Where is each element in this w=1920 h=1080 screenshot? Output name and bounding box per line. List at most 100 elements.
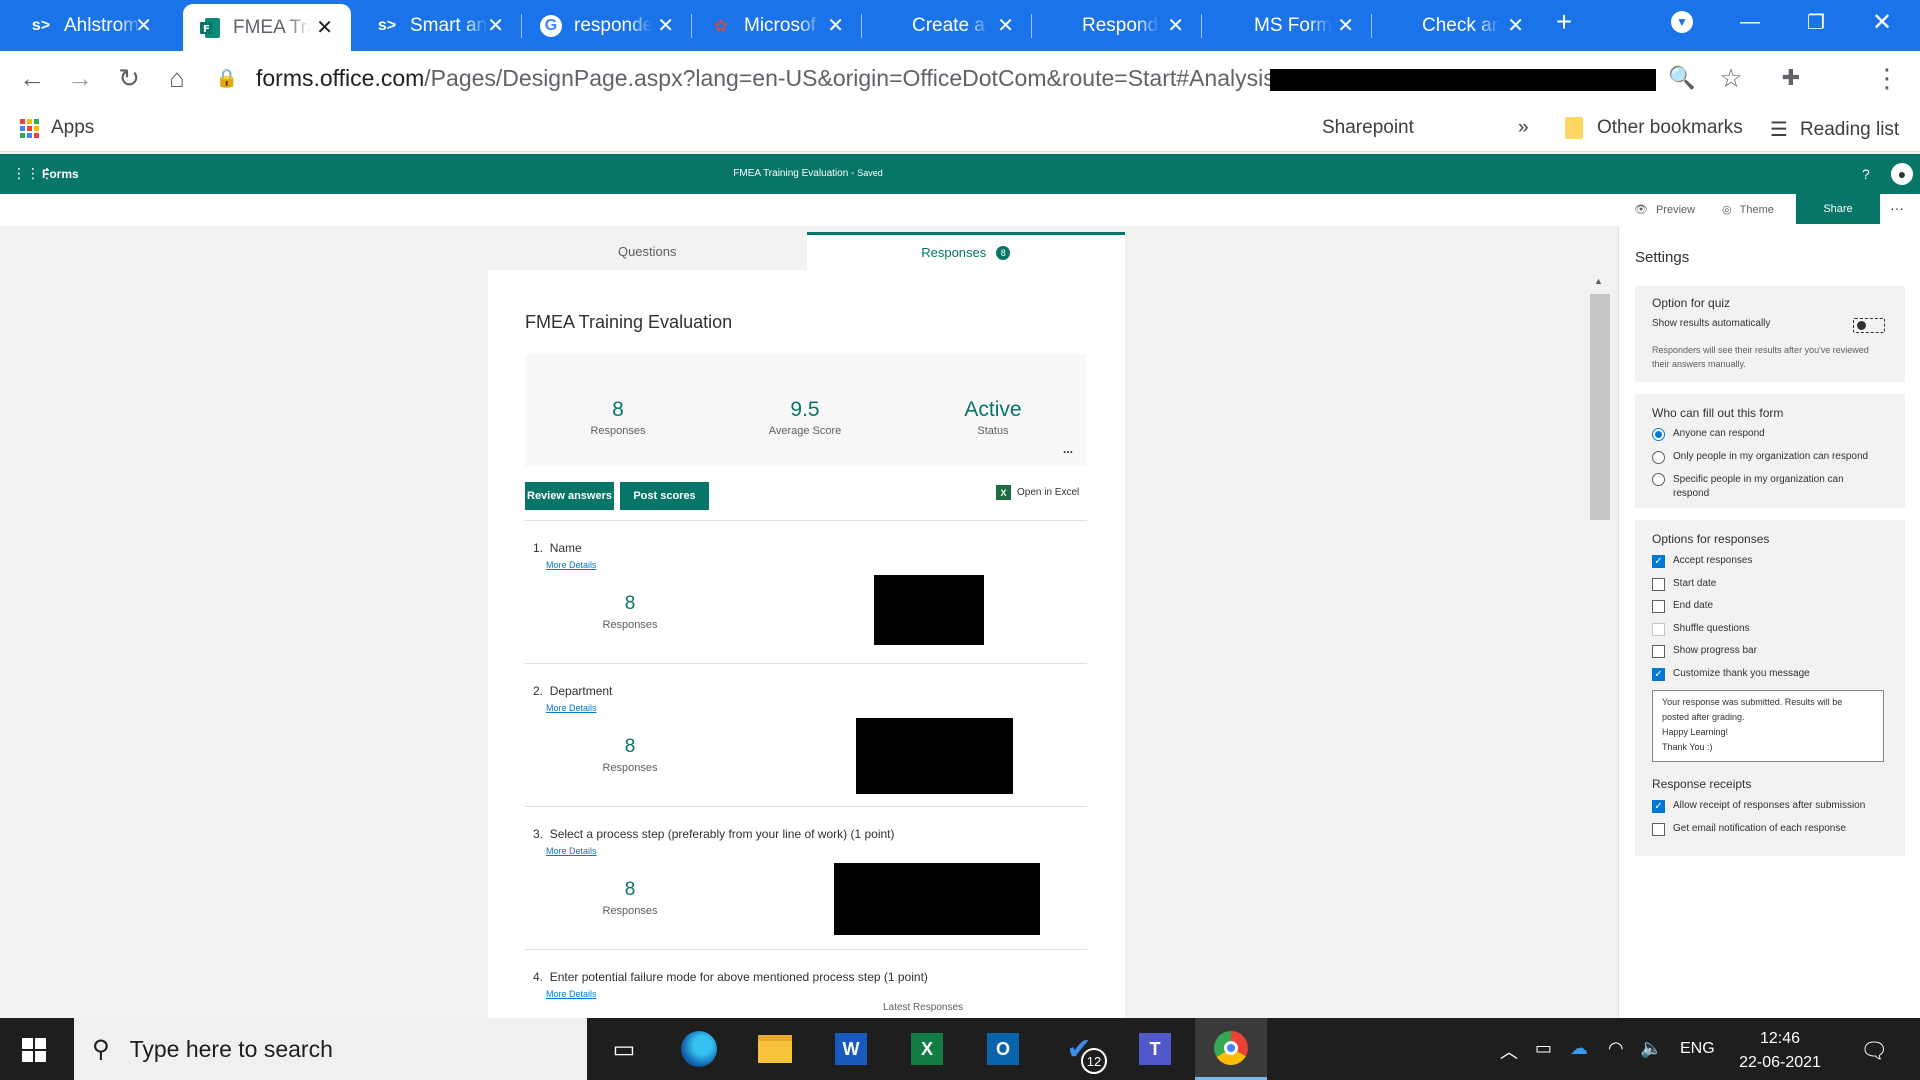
bookmark-other[interactable]: Other bookmarks xyxy=(1565,117,1743,139)
browser-menu-icon[interactable]: ⋮ xyxy=(1870,61,1904,95)
extensions-puzzle-icon[interactable]: ✚ xyxy=(1774,61,1808,95)
wifi-icon[interactable]: ◠ xyxy=(1608,1038,1624,1059)
onedrive-cloud-icon[interactable]: ☁ xyxy=(1570,1038,1588,1059)
checkbox-customize-thank-you[interactable]: ✓ Customize thank you message xyxy=(1652,668,1810,681)
checkbox[interactable] xyxy=(1652,578,1665,591)
close-tab-icon[interactable]: ✕ xyxy=(1337,13,1354,38)
todo-icon[interactable]: ✔ 12 xyxy=(1043,1018,1115,1080)
more-details-link[interactable]: More Details xyxy=(546,846,597,856)
radio-button[interactable] xyxy=(1652,473,1665,486)
outlook-icon[interactable]: O xyxy=(967,1018,1039,1080)
preview-button[interactable]: 👁 Preview xyxy=(1634,203,1695,217)
excel-icon[interactable]: X xyxy=(891,1018,963,1080)
checkbox-show-progress-bar[interactable]: Show progress bar xyxy=(1652,645,1757,658)
more-details-link[interactable]: More Details xyxy=(546,989,597,999)
checkbox[interactable]: ✓ xyxy=(1652,555,1665,568)
avatar[interactable]: ● xyxy=(1891,163,1913,185)
browser-tab[interactable]: ✿ Microsof ✕ xyxy=(692,0,862,51)
radio-organization[interactable]: Only people in my organization can respo… xyxy=(1652,451,1868,464)
volume-icon[interactable]: 🔈 xyxy=(1640,1038,1662,1059)
chrome-icon[interactable] xyxy=(1195,1018,1267,1080)
close-tab-icon[interactable]: ✕ xyxy=(997,13,1014,38)
help-icon[interactable]: ? xyxy=(1862,166,1870,182)
checkbox[interactable] xyxy=(1652,645,1665,658)
browser-tab[interactable]: MS Form ✕ xyxy=(1202,0,1372,51)
bookmark-apps[interactable]: Apps xyxy=(20,117,94,139)
browser-tab[interactable]: s> Ahlstrom ✕ xyxy=(0,0,170,51)
checkbox-end-date[interactable]: End date xyxy=(1652,600,1713,613)
minimize-icon[interactable]: — xyxy=(1720,0,1780,44)
radio-specific-people[interactable]: Specific people in my organization can r… xyxy=(1652,473,1882,501)
back-arrow-icon[interactable]: ← xyxy=(15,61,49,95)
taskbar-search-box[interactable]: ⚲ Type here to search xyxy=(74,1018,587,1080)
teams-icon[interactable]: T xyxy=(1119,1018,1191,1080)
share-button[interactable]: Share xyxy=(1796,194,1880,224)
more-options-button[interactable]: ··· xyxy=(1890,200,1904,216)
theme-button[interactable]: ◎ Theme xyxy=(1722,203,1774,217)
clock[interactable]: 12:46 22-06-2021 xyxy=(1725,1027,1835,1075)
apps-grid-icon xyxy=(20,118,39,138)
checkbox[interactable] xyxy=(1652,600,1665,613)
windows-start-icon[interactable] xyxy=(22,1038,46,1062)
browser-tab[interactable]: Respond ✕ xyxy=(1032,0,1202,51)
bookmark-sharepoint[interactable]: Sharepoint xyxy=(1322,117,1414,139)
tab-search-chevron-icon[interactable]: ▼ xyxy=(1652,0,1712,44)
checkbox[interactable]: ✓ xyxy=(1652,800,1665,813)
language-indicator[interactable]: ENG xyxy=(1680,1040,1715,1058)
close-tab-icon[interactable]: ✕ xyxy=(827,13,844,38)
scroll-up-arrow-icon[interactable]: ▲ xyxy=(1594,276,1603,286)
browser-tab[interactable]: Create a ✕ xyxy=(862,0,1032,51)
close-tab-icon[interactable]: ✕ xyxy=(657,13,674,38)
forward-arrow-icon[interactable]: → xyxy=(63,61,97,95)
notification-center-icon[interactable]: 🗨 xyxy=(1860,1038,1888,1064)
tab-questions[interactable]: Questions xyxy=(488,232,807,270)
radio-button[interactable] xyxy=(1652,428,1665,441)
bookmark-reading-list[interactable]: ☰ Reading list xyxy=(1770,117,1899,142)
close-tab-icon[interactable]: ✕ xyxy=(1507,13,1524,38)
bookmarks-overflow-button[interactable]: » xyxy=(1518,117,1529,139)
file-explorer-icon[interactable] xyxy=(739,1018,811,1080)
browser-tab[interactable]: G responde ✕ xyxy=(522,0,692,51)
checkbox-allow-receipt[interactable]: ✓ Allow receipt of responses after submis… xyxy=(1652,800,1865,813)
close-tab-icon[interactable]: ✕ xyxy=(135,13,152,38)
task-view-icon[interactable]: ▭ xyxy=(588,1018,660,1080)
edge-icon[interactable] xyxy=(663,1018,735,1080)
restore-icon[interactable]: ❐ xyxy=(1786,0,1846,44)
reload-icon[interactable]: ↻ xyxy=(112,61,146,95)
post-scores-button[interactable]: Post scores xyxy=(620,482,709,510)
vertical-scrollbar[interactable]: ▲ ▼ xyxy=(1588,276,1611,1018)
close-tab-icon[interactable]: ✕ xyxy=(1167,13,1184,38)
stat-responses: 8 Responses xyxy=(590,398,646,437)
checkbox[interactable] xyxy=(1652,823,1665,836)
word-icon[interactable]: W xyxy=(815,1018,887,1080)
battery-icon[interactable]: ▭ xyxy=(1535,1038,1552,1059)
tab-responses[interactable]: Responses 8 xyxy=(806,232,1125,270)
review-answers-button[interactable]: Review answers xyxy=(525,482,614,510)
new-tab-plus-icon[interactable]: + xyxy=(1534,0,1594,44)
show-hidden-icons-chevron-icon[interactable]: ︿ xyxy=(1500,1038,1518,1064)
bookmark-star-icon[interactable]: ☆ xyxy=(1714,61,1748,95)
checkbox[interactable]: ✓ xyxy=(1652,668,1665,681)
checkbox-start-date[interactable]: Start date xyxy=(1652,578,1716,591)
checkbox-email-notification[interactable]: Get email notification of each response xyxy=(1652,823,1846,836)
radio-button[interactable] xyxy=(1652,451,1665,464)
scrollbar-thumb[interactable] xyxy=(1590,294,1610,520)
show-results-toggle[interactable] xyxy=(1853,318,1885,333)
radio-anyone[interactable]: Anyone can respond xyxy=(1652,428,1765,441)
checkbox-shuffle-questions: Shuffle questions xyxy=(1652,623,1750,636)
summary-more-button[interactable]: ... xyxy=(1063,442,1073,456)
close-tab-icon[interactable]: ✕ xyxy=(487,13,504,38)
browser-tab[interactable]: s> Smart an ✕ xyxy=(352,0,522,51)
close-tab-icon[interactable]: ✕ xyxy=(316,15,333,40)
browser-tab-active[interactable]: F FMEA Training Evaluation ✕ xyxy=(183,4,351,51)
more-details-link[interactable]: More Details xyxy=(546,560,597,570)
zoom-icon[interactable]: 🔍 xyxy=(1665,61,1699,95)
checkbox-accept-responses[interactable]: ✓ Accept responses xyxy=(1652,555,1753,568)
folder-icon xyxy=(1565,117,1583,139)
more-details-link[interactable]: More Details xyxy=(546,703,597,713)
browser-tab[interactable]: Check an ✕ xyxy=(1372,0,1542,51)
open-in-excel-button[interactable]: X Open in Excel xyxy=(996,485,1079,500)
close-window-icon[interactable]: ✕ xyxy=(1852,0,1912,44)
thank-you-message-textarea[interactable]: Your response was submitted. Results wil… xyxy=(1652,690,1884,762)
home-icon[interactable]: ⌂ xyxy=(160,61,194,95)
